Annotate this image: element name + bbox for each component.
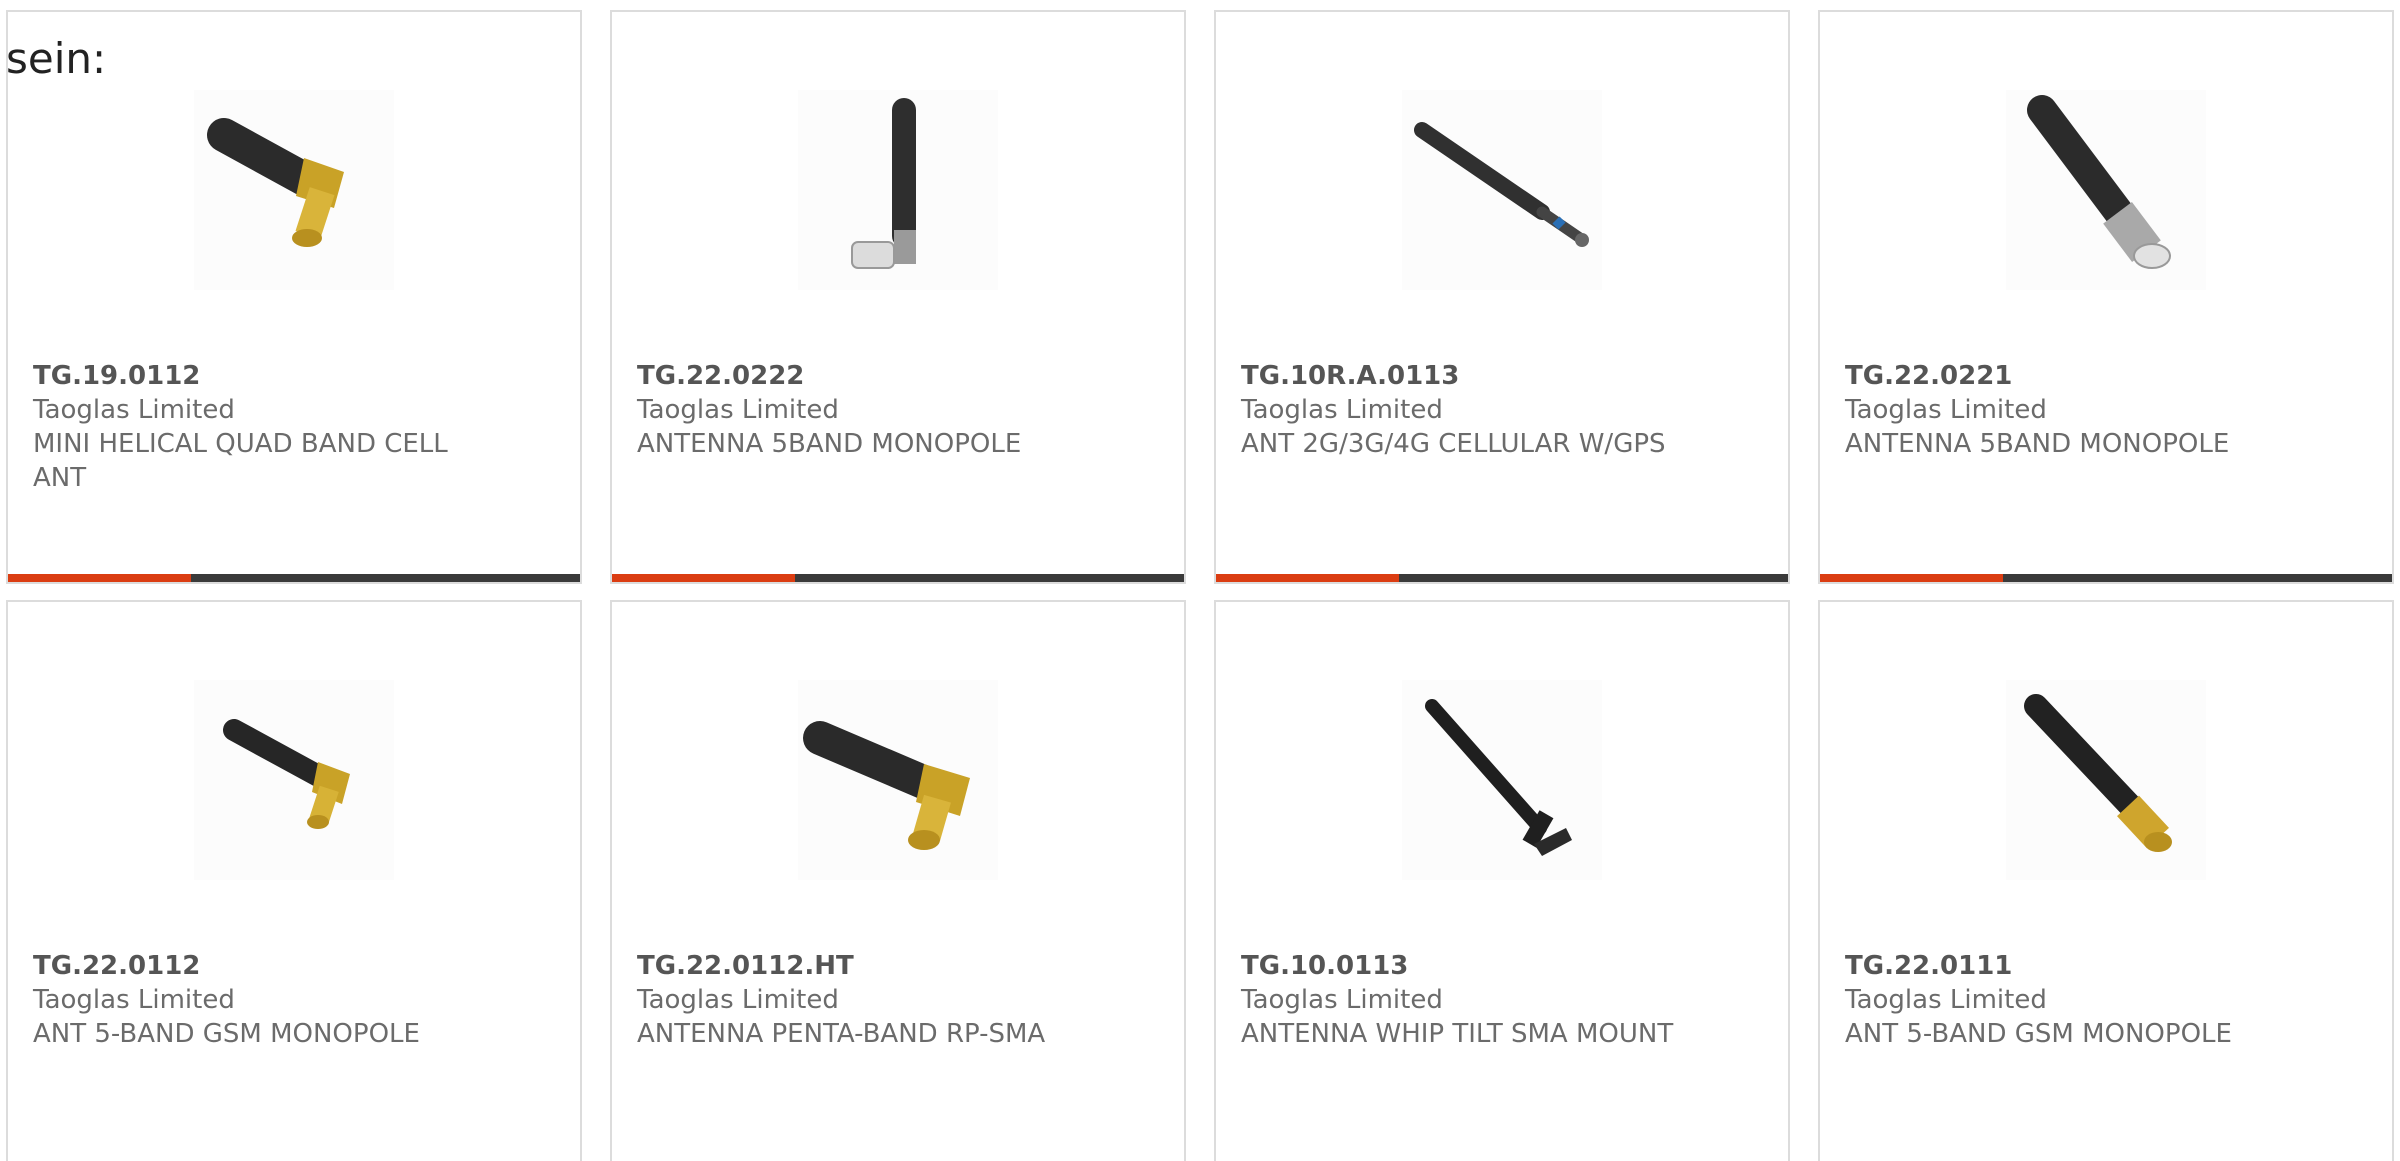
part-number[interactable]: TG.19.0112 [33, 359, 473, 393]
description: ANTENNA 5BAND MONOPOLE [1845, 429, 2230, 459]
product-image[interactable] [798, 680, 998, 880]
manufacturer: Taoglas Limited [637, 395, 839, 425]
product-info: TG.22.0221 Taoglas Limited ANTENNA 5BAND… [1845, 359, 2285, 461]
product-card[interactable]: TG.22.0111 Taoglas Limited ANT 5-BAND GS… [1818, 600, 2394, 1161]
progress-fill [612, 574, 796, 582]
description: ANT 5-BAND GSM MONOPOLE [33, 1019, 420, 1049]
product-image[interactable] [2006, 90, 2206, 290]
progress-fill [1216, 574, 1400, 582]
product-info: TG.10.0113 Taoglas Limited ANTENNA WHIP … [1241, 949, 1681, 1051]
part-number[interactable]: TG.22.0221 [1845, 359, 2285, 393]
part-number[interactable]: TG.22.0112.HT [637, 949, 1077, 983]
product-image[interactable] [1402, 680, 1602, 880]
straight-fme-antenna-icon [2027, 95, 2171, 269]
part-number[interactable]: TG.22.0222 [637, 359, 1077, 393]
description: ANTENNA 5BAND MONOPOLE [637, 429, 1022, 459]
slim-cellular-antenna-icon [1414, 122, 1589, 247]
product-info: TG.22.0112 Taoglas Limited ANT 5-BAND GS… [33, 949, 473, 1051]
description: ANTENNA PENTA-BAND RP-SMA [637, 1019, 1046, 1049]
product-image[interactable] [194, 90, 394, 290]
manufacturer: Taoglas Limited [1845, 985, 2047, 1015]
product-image[interactable] [798, 90, 998, 290]
angled-rp-sma-antenna-icon [803, 721, 970, 850]
description: ANTENNA WHIP TILT SMA MOUNT [1241, 1019, 1674, 1049]
product-card[interactable]: TG.22.0221 Taoglas Limited ANTENNA 5BAND… [1818, 10, 2394, 584]
angled-sma-antenna-icon [223, 719, 350, 829]
progress-bar [612, 574, 1184, 582]
product-card[interactable]: TG.19.0112 Taoglas Limited MINI HELICAL … [6, 10, 582, 584]
manufacturer: Taoglas Limited [637, 985, 839, 1015]
angled-sma-antenna-icon [207, 118, 344, 247]
description: ANT 5-BAND GSM MONOPOLE [1845, 1019, 2232, 1049]
description: ANT 2G/3G/4G CELLULAR W/GPS [1241, 429, 1666, 459]
product-info: TG.22.0222 Taoglas Limited ANTENNA 5BAND… [637, 359, 1077, 461]
manufacturer: Taoglas Limited [33, 985, 235, 1015]
progress-fill [1820, 574, 2004, 582]
product-image[interactable] [194, 680, 394, 880]
product-info: TG.22.0111 Taoglas Limited ANT 5-BAND GS… [1845, 949, 2285, 1051]
product-card[interactable]: TG.22.0112 Taoglas Limited ANT 5-BAND GS… [6, 600, 582, 1161]
product-card[interactable]: TG.10R.A.0113 Taoglas Limited ANT 2G/3G/… [1214, 10, 1790, 584]
progress-fill [8, 574, 192, 582]
progress-bar [8, 574, 580, 582]
part-number[interactable]: TG.10.0113 [1241, 949, 1681, 983]
product-image[interactable] [2006, 680, 2206, 880]
manufacturer: Taoglas Limited [33, 395, 235, 425]
tilt-whip-antenna-icon [1425, 699, 1572, 856]
progress-bar [1216, 574, 1788, 582]
part-number[interactable]: TG.22.0112 [33, 949, 473, 983]
product-grid-page: sein: TG.19.0112 Taoglas Limited MINI HE… [0, 0, 2400, 1161]
product-card[interactable]: TG.10.0113 Taoglas Limited ANTENNA WHIP … [1214, 600, 1790, 1161]
product-card[interactable]: TG.22.0112.HT Taoglas Limited ANTENNA PE… [610, 600, 1186, 1161]
part-number[interactable]: TG.10R.A.0113 [1241, 359, 1681, 393]
manufacturer: Taoglas Limited [1241, 985, 1443, 1015]
intro-text: sein: [6, 34, 107, 83]
description: MINI HELICAL QUAD BAND CELL ANT [33, 429, 448, 493]
progress-bar [1820, 574, 2392, 582]
part-number[interactable]: TG.22.0111 [1845, 949, 2285, 983]
product-image[interactable] [1402, 90, 1602, 290]
manufacturer: Taoglas Limited [1845, 395, 2047, 425]
vertical-fme-antenna-icon [851, 98, 916, 269]
product-info: TG.19.0112 Taoglas Limited MINI HELICAL … [33, 359, 473, 495]
straight-sma-antenna-icon [2024, 694, 2172, 852]
manufacturer: Taoglas Limited [1241, 395, 1443, 425]
product-card[interactable]: TG.22.0222 Taoglas Limited ANTENNA 5BAND… [610, 10, 1186, 584]
product-info: TG.10R.A.0113 Taoglas Limited ANT 2G/3G/… [1241, 359, 1681, 461]
product-info: TG.22.0112.HT Taoglas Limited ANTENNA PE… [637, 949, 1077, 1051]
